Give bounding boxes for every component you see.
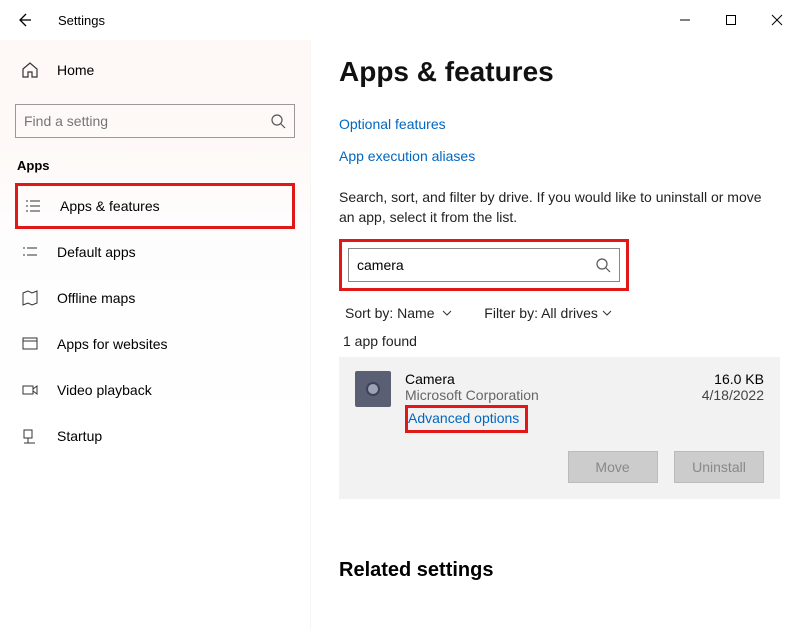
sort-filter-row: Sort by: Name Filter by: All drives [339, 305, 780, 321]
sidebar-item-label: Video playback [57, 382, 152, 398]
minimize-button[interactable] [662, 0, 708, 40]
titlebar: Settings [0, 0, 800, 40]
sidebar-item-apps-features[interactable]: Apps & features [15, 183, 295, 229]
sidebar-item-apps-for-websites[interactable]: Apps for websites [15, 321, 295, 367]
app-search[interactable] [348, 248, 620, 282]
sidebar-item-label: Apps & features [60, 198, 160, 214]
minimize-icon [679, 14, 691, 26]
sidebar-item-label: Startup [57, 428, 102, 444]
window-controls [662, 0, 800, 40]
app-card-camera[interactable]: Camera Microsoft Corporation Advanced op… [339, 357, 780, 499]
filter-label: Filter by: [484, 305, 538, 321]
related-settings-heading: Related settings [339, 559, 780, 582]
website-icon [21, 335, 41, 353]
back-button[interactable] [0, 0, 48, 40]
sort-by-dropdown[interactable]: Name [397, 305, 434, 321]
window-title: Settings [48, 13, 105, 28]
list-icon [24, 197, 44, 215]
page-title: Apps & features [339, 56, 780, 88]
sidebar-item-video-playback[interactable]: Video playback [15, 367, 295, 413]
app-name: Camera [405, 371, 702, 387]
optional-features-link[interactable]: Optional features [339, 116, 446, 132]
sidebar-item-label: Offline maps [57, 290, 135, 306]
find-setting-input[interactable] [24, 113, 270, 129]
chevron-down-icon [602, 305, 612, 321]
search-icon [270, 113, 286, 129]
sidebar-item-label: Default apps [57, 244, 136, 260]
uninstall-button[interactable]: Uninstall [674, 451, 764, 483]
sidebar-nav: Apps & features Default apps Offline map… [15, 183, 295, 459]
video-icon [21, 381, 41, 399]
main-panel: Apps & features Optional features App ex… [310, 40, 800, 630]
app-date: 4/18/2022 [702, 387, 764, 403]
maximize-icon [725, 14, 737, 26]
close-icon [771, 14, 783, 26]
sort-label: Sort by: [345, 305, 393, 321]
startup-icon [21, 427, 41, 445]
app-search-input[interactable] [357, 257, 595, 273]
defaults-icon [21, 243, 41, 261]
sidebar-item-offline-maps[interactable]: Offline maps [15, 275, 295, 321]
find-setting-search[interactable] [15, 104, 295, 138]
arrow-left-icon [15, 11, 33, 29]
filter-by-dropdown[interactable]: All drives [541, 305, 598, 321]
home-label: Home [57, 62, 94, 78]
app-publisher: Microsoft Corporation [405, 387, 702, 403]
move-button[interactable]: Move [568, 451, 658, 483]
camera-app-icon [355, 371, 391, 407]
sidebar-item-label: Apps for websites [57, 336, 168, 352]
map-icon [21, 289, 41, 307]
sidebar: Home Apps Apps & features Default apps [0, 40, 310, 630]
maximize-button[interactable] [708, 0, 754, 40]
app-size: 16.0 KB [702, 371, 764, 387]
advanced-options-highlight: Advanced options [405, 405, 528, 433]
advanced-options-link[interactable]: Advanced options [408, 410, 519, 426]
sidebar-section-header: Apps [15, 158, 295, 173]
sidebar-item-startup[interactable]: Startup [15, 413, 295, 459]
app-execution-aliases-link[interactable]: App execution aliases [339, 148, 475, 164]
chevron-down-icon [442, 305, 456, 321]
search-description: Search, sort, and filter by drive. If yo… [339, 188, 780, 227]
app-search-highlight [339, 239, 629, 291]
home-icon [21, 61, 41, 79]
close-button[interactable] [754, 0, 800, 40]
sidebar-item-default-apps[interactable]: Default apps [15, 229, 295, 275]
sidebar-item-home[interactable]: Home [15, 50, 295, 90]
result-count: 1 app found [339, 333, 780, 349]
search-icon [595, 257, 611, 273]
